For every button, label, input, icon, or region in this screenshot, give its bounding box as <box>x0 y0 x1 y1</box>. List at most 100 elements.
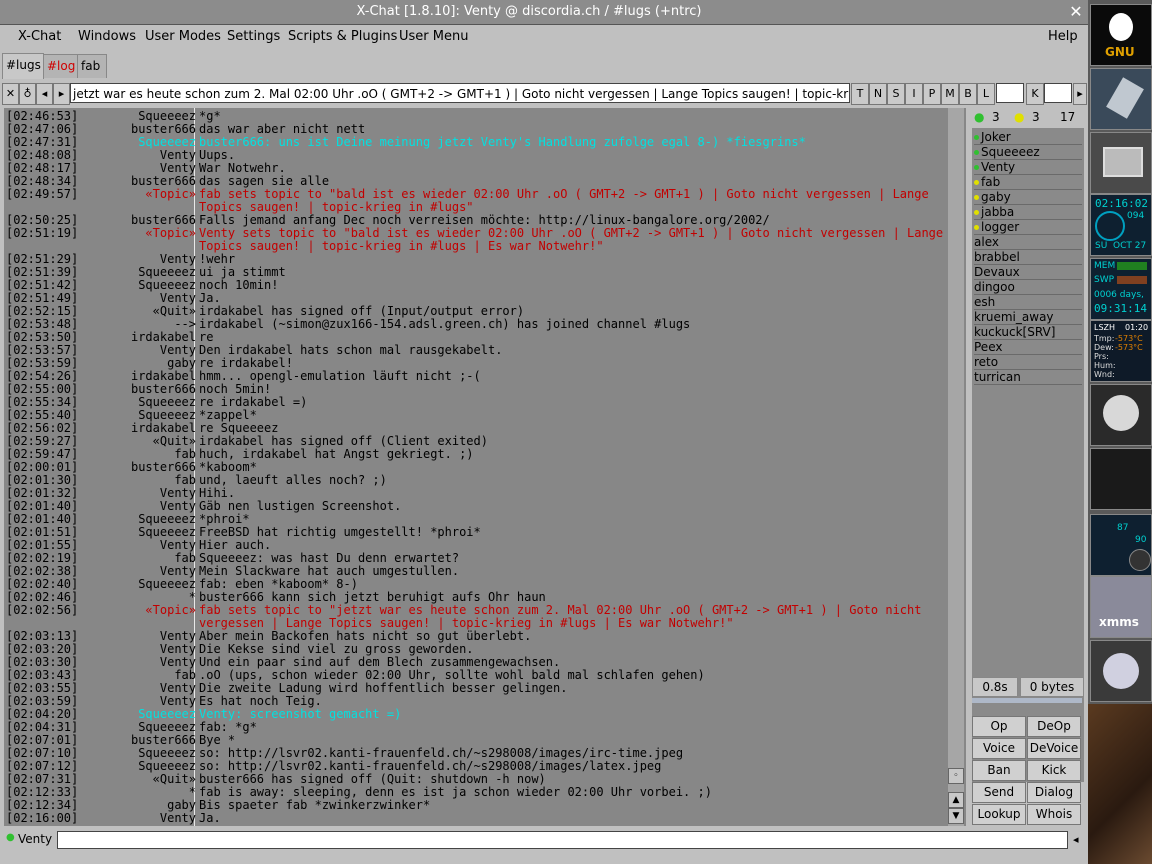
topic-input[interactable]: jetzt war es heute schon zum 2. Mal 02:0… <box>70 83 850 103</box>
user-name: Joker <box>981 130 1011 144</box>
mode-s-button[interactable]: S <box>887 83 905 105</box>
link-icon[interactable]: ♁ <box>19 83 36 105</box>
chat-line: [02:16:00] Venty Ja. <box>4 812 948 825</box>
tab-log[interactable]: #log <box>43 54 79 78</box>
user-list-item[interactable]: jabba <box>974 205 1082 220</box>
topic-bar: ✕ ♁ ◂ ▸ jetzt war es heute schon zum 2. … <box>2 83 1087 105</box>
arrow-right-icon[interactable]: ▸ <box>53 83 70 105</box>
cd-app-icon[interactable] <box>1090 640 1152 702</box>
user-list-item[interactable]: Venty <box>974 160 1082 175</box>
user-list-item[interactable]: kuckuck[SRV] <box>974 325 1082 340</box>
chat-nick[interactable]: Squeeeez <box>138 578 196 591</box>
menu-scripts-plugins[interactable]: Scripts & Plugins <box>288 29 397 44</box>
user-list-item[interactable]: Peex <box>974 340 1082 355</box>
mixer-dockapp[interactable]: 87 90 <box>1090 514 1152 576</box>
moon-dockapp[interactable] <box>1090 384 1152 446</box>
scroll-thumb-icon[interactable]: ◦ <box>948 768 964 784</box>
user-list-item[interactable]: reto <box>974 355 1082 370</box>
chat-text-area[interactable]: [02:46:53] Squeeeez *g* [02:47:06] buster666… <box>4 108 966 826</box>
user-list-item[interactable]: Joker <box>974 130 1082 145</box>
close-icon[interactable]: ✕ <box>1067 3 1085 20</box>
chat-nick[interactable]: Venty <box>160 812 196 825</box>
menu-user-menu[interactable]: User Menu <box>399 29 468 44</box>
chat-line: [02:02:19] fab Squeeeez: was hast Du denn … <box>4 552 948 565</box>
user-list-item[interactable]: Squeeeez <box>974 145 1082 160</box>
clock-day: SU <box>1095 241 1108 251</box>
feather-app-icon[interactable] <box>1090 68 1152 130</box>
send-button[interactable]: Send <box>972 782 1026 803</box>
mode-i-button[interactable]: I <box>905 83 923 105</box>
chat-message: irdakabel (~simon@zux166-154.adsl.green.… <box>199 317 691 331</box>
empty-dock-slot[interactable] <box>1090 448 1152 510</box>
menu-xchat[interactable]: X-Chat <box>18 29 61 44</box>
user-list-item[interactable]: esh <box>974 295 1082 310</box>
scroll-up-icon[interactable]: ▲ <box>948 792 964 808</box>
user-list-item[interactable]: fab <box>974 175 1082 190</box>
user-list-item[interactable]: dingoo <box>974 280 1082 295</box>
whois-button[interactable]: Whois <box>1027 804 1081 825</box>
weather-dockapp[interactable]: LSZH 01:20 Tmp: -573°C Dew: -573°C Prs: … <box>1090 320 1152 382</box>
input-nick[interactable]: Venty <box>18 832 52 846</box>
user-name: reto <box>974 355 999 369</box>
gnu-app-icon[interactable]: GNU <box>1090 4 1152 66</box>
message-input[interactable] <box>57 831 1068 849</box>
chat-message: buster666: uns ist Deine meinung jetzt V… <box>199 135 806 149</box>
chat-scrollbar[interactable]: ◦ ▲ ▼ <box>948 108 964 826</box>
chat-nick[interactable]: «Topic» <box>145 188 196 201</box>
mode-l-button[interactable]: L <box>977 83 995 105</box>
dialog-button[interactable]: Dialog <box>1027 782 1081 803</box>
kick-button[interactable]: Kick <box>1027 760 1081 781</box>
chat-line: [02:00:01] buster666 *kaboom* <box>4 461 948 474</box>
sysmon-dockapp[interactable]: MEM SWP 0006 days, 09:31:14 <box>1090 258 1152 320</box>
chat-line: [02:51:42] Squeeeez noch 10min! <box>4 279 948 292</box>
voice-button[interactable]: Voice <box>972 738 1026 759</box>
arrow-left-icon[interactable]: ◂ <box>36 83 53 105</box>
title-bar[interactable]: X-Chat [1.8.10]: Venty @ discordia.ch / … <box>0 0 1088 25</box>
key-input[interactable] <box>1044 83 1072 103</box>
volume-knob-icon[interactable] <box>1129 549 1151 571</box>
user-list-item[interactable]: Devaux <box>974 265 1082 280</box>
menu-windows[interactable]: Windows <box>78 29 136 44</box>
lag-indicator: 0.8s <box>972 677 1018 697</box>
voice-count: 3 <box>1032 110 1040 124</box>
user-list-item[interactable]: brabbel <box>974 250 1082 265</box>
mode-k-button[interactable]: K <box>1026 83 1044 105</box>
xmms-app-icon[interactable]: xmms <box>1090 576 1152 638</box>
chat-line: [02:53:57] Venty Den irdakabel hats schon … <box>4 344 948 357</box>
close-tab-icon[interactable]: ✕ <box>2 83 19 105</box>
menu-user-modes[interactable]: User Modes <box>145 29 221 44</box>
user-list-item[interactable]: alex <box>974 235 1082 250</box>
mode-b-button[interactable]: B <box>959 83 977 105</box>
mode-t-button[interactable]: T <box>851 83 869 105</box>
devoice-button[interactable]: DeVoice <box>1027 738 1081 759</box>
chat-nick[interactable]: «Topic» <box>145 227 196 240</box>
voice-dot-icon <box>974 210 979 215</box>
menu-help[interactable]: Help <box>1048 29 1078 44</box>
lookup-button[interactable]: Lookup <box>972 804 1026 825</box>
op-button[interactable]: Op <box>972 716 1026 737</box>
xchat-window: X-Chat [1.8.10]: Venty @ discordia.ch / … <box>0 0 1088 864</box>
user-name: Devaux <box>974 265 1020 279</box>
mode-m-button[interactable]: M <box>941 83 959 105</box>
arrow-right-icon[interactable]: ▸ <box>1073 83 1087 105</box>
clock-dockapp[interactable]: 02:16:02 094 SU OCT 27 <box>1090 194 1152 256</box>
mode-n-button[interactable]: N <box>869 83 887 105</box>
menu-settings[interactable]: Settings <box>227 29 280 44</box>
arrow-left-icon[interactable]: ◂ <box>1073 833 1079 846</box>
user-list-item[interactable]: kruemi_away <box>974 310 1082 325</box>
weather-wnd-label: Wnd: <box>1094 370 1115 379</box>
limit-input[interactable] <box>996 83 1024 103</box>
chat-nick[interactable]: «Topic» <box>145 604 196 617</box>
menu-bar: X-Chat Windows User Modes Settings Scrip… <box>0 25 1088 50</box>
deop-button[interactable]: DeOp <box>1027 716 1081 737</box>
mode-p-button[interactable]: P <box>923 83 941 105</box>
terminal-app-icon[interactable] <box>1090 132 1152 194</box>
tab-lugs[interactable]: #lugs <box>2 53 44 79</box>
user-list-item[interactable]: logger <box>974 220 1082 235</box>
weather-hum-label: Hum: <box>1094 361 1116 370</box>
tab-fab[interactable]: fab <box>77 54 107 78</box>
ban-button[interactable]: Ban <box>972 760 1026 781</box>
user-list-item[interactable]: gaby <box>974 190 1082 205</box>
scroll-down-icon[interactable]: ▼ <box>948 808 964 824</box>
user-list-item[interactable]: turrican <box>974 370 1082 385</box>
